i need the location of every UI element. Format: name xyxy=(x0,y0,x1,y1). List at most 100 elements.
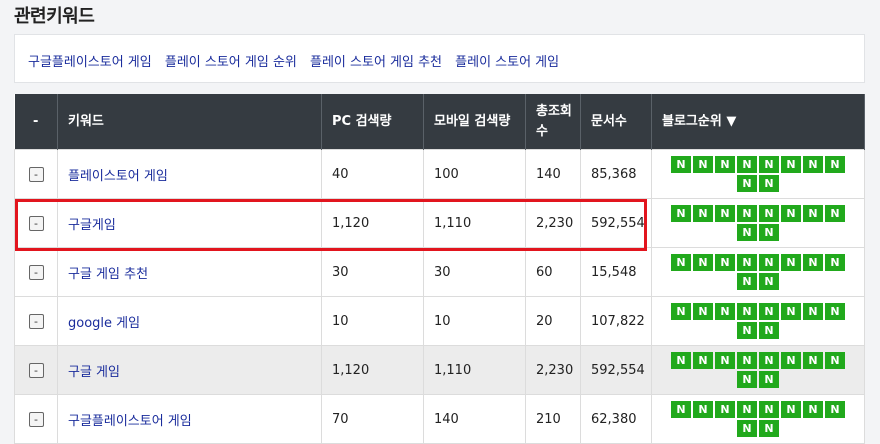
blog-rank-badge[interactable]: N xyxy=(803,401,823,418)
remove-button[interactable]: - xyxy=(28,264,44,280)
mobile-volume-cell: 10 xyxy=(423,296,526,346)
keyword-link[interactable]: google 게임 xyxy=(68,316,140,331)
keyword-link[interactable]: 구글게임 xyxy=(68,218,116,233)
blog-rank-badge[interactable]: N xyxy=(759,156,779,173)
blog-rank-badges: NNNNNNNNNN xyxy=(670,303,846,339)
related-keyword-link[interactable]: 플레이 스토어 게임 추천 xyxy=(310,55,442,70)
total-volume-cell: 2,230 xyxy=(525,345,581,395)
keyword-cell: 구글 게임 추천 xyxy=(57,247,322,297)
doc-count-cell: 592,554 xyxy=(580,198,652,248)
related-keyword-link[interactable]: 플레이 스토어 게임 xyxy=(455,55,559,70)
blog-rank-badge[interactable]: N xyxy=(803,352,823,369)
blog-rank-badge[interactable]: N xyxy=(671,254,691,271)
remove-cell: - xyxy=(14,345,58,395)
blog-rank-badge[interactable]: N xyxy=(737,175,757,192)
blog-rank-badge[interactable]: N xyxy=(825,254,845,271)
blog-rank-badge[interactable]: N xyxy=(715,205,735,222)
blog-rank-badge[interactable]: N xyxy=(737,371,757,388)
related-keyword-link[interactable]: 구글플레이스토어 게임 xyxy=(28,55,152,70)
blog-rank-badge[interactable]: N xyxy=(737,303,757,320)
blog-rank-badge[interactable]: N xyxy=(803,205,823,222)
keyword-cell: 구글 게임 xyxy=(57,345,322,395)
remove-cell: - xyxy=(14,198,58,248)
col-header-blog-rank[interactable]: 블로그순위 ▼ xyxy=(651,94,865,150)
blog-rank-badge[interactable]: N xyxy=(715,156,735,173)
blog-rank-badge[interactable]: N xyxy=(803,156,823,173)
blog-rank-badge[interactable]: N xyxy=(737,254,757,271)
blog-rank-badge[interactable]: N xyxy=(737,205,757,222)
keyword-link[interactable]: 구글플레이스토어 게임 xyxy=(68,414,192,429)
pc-volume-cell: 10 xyxy=(321,296,424,346)
blog-rank-badge[interactable]: N xyxy=(759,420,779,437)
blog-rank-badge[interactable]: N xyxy=(781,303,801,320)
remove-button[interactable]: - xyxy=(28,411,44,427)
table-row: - 구글플레이스토어 게임 70 140 210 62,380 NNNNNNNN… xyxy=(14,394,865,444)
table-row: - 구글 게임 추천 30 30 60 15,548 NNNNNNNNNN xyxy=(14,247,865,297)
blog-rank-badge[interactable]: N xyxy=(759,254,779,271)
keyword-link[interactable]: 구글 게임 xyxy=(68,365,120,380)
related-keyword-link[interactable]: 플레이 스토어 게임 순위 xyxy=(165,55,297,70)
blog-rank-badge[interactable]: N xyxy=(693,401,713,418)
blog-rank-badges: NNNNNNNNNN xyxy=(670,205,846,241)
blog-rank-badge[interactable]: N xyxy=(737,156,757,173)
blog-rank-badge[interactable]: N xyxy=(781,254,801,271)
blog-rank-badge[interactable]: N xyxy=(671,303,691,320)
blog-rank-badge[interactable]: N xyxy=(737,420,757,437)
blog-rank-badge[interactable]: N xyxy=(737,352,757,369)
blog-rank-badge[interactable]: N xyxy=(715,352,735,369)
remove-button[interactable]: - xyxy=(28,166,44,182)
mobile-volume-cell: 1,110 xyxy=(423,198,526,248)
blog-rank-badge[interactable]: N xyxy=(671,205,691,222)
blog-rank-badge[interactable]: N xyxy=(693,156,713,173)
blog-rank-badge[interactable]: N xyxy=(737,224,757,241)
blog-rank-badge[interactable]: N xyxy=(803,254,823,271)
table-row: - 구글 게임 1,120 1,110 2,230 592,554 NNNNNN… xyxy=(14,345,865,395)
blog-rank-badge[interactable]: N xyxy=(759,322,779,339)
blog-rank-badge[interactable]: N xyxy=(737,322,757,339)
blog-rank-cell: NNNNNNNNNN xyxy=(651,345,865,395)
remove-button[interactable]: - xyxy=(28,313,44,329)
keyword-link[interactable]: 플레이스토어 게임 xyxy=(68,169,168,184)
blog-rank-badge[interactable]: N xyxy=(737,401,757,418)
col-header-mobile: 모바일 검색량 xyxy=(423,94,526,150)
mobile-volume-cell: 140 xyxy=(423,394,526,444)
blog-rank-badge[interactable]: N xyxy=(715,401,735,418)
total-volume-cell: 210 xyxy=(525,394,581,444)
blog-rank-badge[interactable]: N xyxy=(759,371,779,388)
doc-count-cell: 85,368 xyxy=(580,149,652,199)
doc-count-cell: 15,548 xyxy=(580,247,652,297)
blog-rank-badge[interactable]: N xyxy=(759,352,779,369)
blog-rank-badge[interactable]: N xyxy=(825,352,845,369)
blog-rank-badge[interactable]: N xyxy=(781,352,801,369)
blog-rank-badge[interactable]: N xyxy=(715,254,735,271)
remove-button[interactable]: - xyxy=(28,215,44,231)
blog-rank-badge[interactable]: N xyxy=(825,156,845,173)
blog-rank-badge[interactable]: N xyxy=(737,273,757,290)
blog-rank-badge[interactable]: N xyxy=(693,303,713,320)
blog-rank-badge[interactable]: N xyxy=(693,352,713,369)
blog-rank-badge[interactable]: N xyxy=(781,156,801,173)
blog-rank-badge[interactable]: N xyxy=(693,205,713,222)
blog-rank-badge[interactable]: N xyxy=(825,401,845,418)
blog-rank-badge[interactable]: N xyxy=(759,175,779,192)
blog-rank-badge[interactable]: N xyxy=(825,303,845,320)
blog-rank-badge[interactable]: N xyxy=(759,401,779,418)
blog-rank-badge[interactable]: N xyxy=(759,273,779,290)
blog-rank-badge[interactable]: N xyxy=(781,401,801,418)
keyword-link[interactable]: 구글 게임 추천 xyxy=(68,267,148,282)
blog-rank-badge[interactable]: N xyxy=(781,205,801,222)
blog-rank-badge[interactable]: N xyxy=(671,401,691,418)
blog-rank-badge[interactable]: N xyxy=(715,303,735,320)
blog-rank-badge[interactable]: N xyxy=(759,205,779,222)
blog-rank-badge[interactable]: N xyxy=(693,254,713,271)
col-header-docs: 문서수 xyxy=(580,94,652,150)
blog-rank-badge[interactable]: N xyxy=(671,156,691,173)
remove-button[interactable]: - xyxy=(28,362,44,378)
blog-rank-badge[interactable]: N xyxy=(803,303,823,320)
pc-volume-cell: 40 xyxy=(321,149,424,199)
blog-rank-badge[interactable]: N xyxy=(759,224,779,241)
blog-rank-badge[interactable]: N xyxy=(825,205,845,222)
blog-rank-badge[interactable]: N xyxy=(671,352,691,369)
blog-rank-cell: NNNNNNNNNN xyxy=(651,149,865,199)
blog-rank-badge[interactable]: N xyxy=(759,303,779,320)
